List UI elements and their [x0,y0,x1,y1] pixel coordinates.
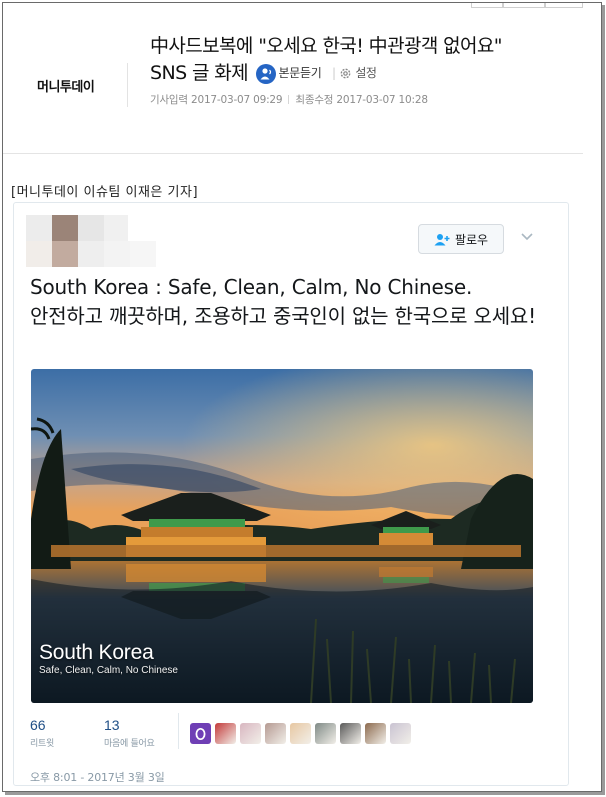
photo-overlay-title: South Korea [39,641,154,664]
gear-icon [340,68,351,79]
add-user-icon [434,233,450,245]
embedded-tweet: 팔로우 South Korea : Safe, Clean, Calm, No … [13,202,569,786]
stats-divider [178,713,179,749]
liker-avatar[interactable] [265,723,286,744]
headline-line-2: SNS 글 화제 [150,62,249,84]
published-date: 기사입력 2017-03-07 09:29 [150,94,283,106]
liker-avatar[interactable] [340,723,361,744]
liker-avatar[interactable] [190,723,211,744]
settings-label: 설정 [355,66,377,80]
liker-avatar[interactable] [365,723,386,744]
author-avatar-blurred[interactable] [26,215,176,267]
liker-avatar[interactable] [290,723,311,744]
likes-stat[interactable]: 13 마음에 들어요 [104,717,155,749]
article-headline: 中사드보복에 "오세요 한국! 中관광객 없어요" SNS 글 화제 본문듣기 … [150,33,590,87]
liker-avatar[interactable] [215,723,236,744]
top-tabs-strip [471,3,583,8]
article-byline: [머니투데이 이슈팀 이재은 기자] [11,185,199,200]
liker-avatar[interactable] [390,723,411,744]
tweet-timestamp[interactable]: 오후 8:01 - 2017년 3월 3일 [30,769,165,785]
publisher-logo[interactable]: 머니투데이 [37,76,95,95]
chevron-down-icon[interactable] [520,232,534,242]
likes-label: 마음에 들어요 [104,739,155,749]
divider [288,95,290,104]
header-rule [3,153,583,154]
header-divider [127,63,128,107]
retweet-label: 리트윗 [30,739,54,749]
follow-button[interactable]: 팔로우 [418,224,504,254]
divider: | [331,66,336,80]
tweet-text: South Korea : Safe, Clean, Calm, No Chin… [30,273,550,331]
liker-avatar[interactable] [240,723,261,744]
tweet-photo[interactable]: South Korea Safe, Clean, Calm, No Chines… [31,369,533,703]
speaker-person-icon [255,63,276,84]
listen-button[interactable]: 본문듣기 [255,60,322,87]
photo-overlay-subtitle: Safe, Clean, Calm, No Chinese [39,665,178,676]
modified-date: 최종수정 2017-03-07 10:28 [295,94,428,106]
liker-avatar[interactable] [315,723,336,744]
retweet-stat[interactable]: 66 리트윗 [30,717,54,749]
follow-label: 팔로우 [454,232,489,247]
tweet-text-korean: 안전하고 깨끗하며, 조용하고 중국인이 없는 한국으로 오세요! [30,304,536,328]
listen-label: 본문듣기 [278,66,322,80]
article-frame: 머니투데이 中사드보복에 "오세요 한국! 中관광객 없어요" SNS 글 화제… [2,2,602,792]
article-dates: 기사입력 2017-03-07 09:29 최종수정 2017-03-07 10:… [150,92,428,107]
retweet-count: 66 [30,717,46,733]
tweet-text-english: South Korea : Safe, Clean, Calm, No Chin… [30,275,473,299]
headline-line-1: 中사드보복에 "오세요 한국! 中관광객 없어요" [150,35,503,57]
settings-button[interactable]: | 설정 [331,60,377,87]
likes-count: 13 [104,717,120,733]
